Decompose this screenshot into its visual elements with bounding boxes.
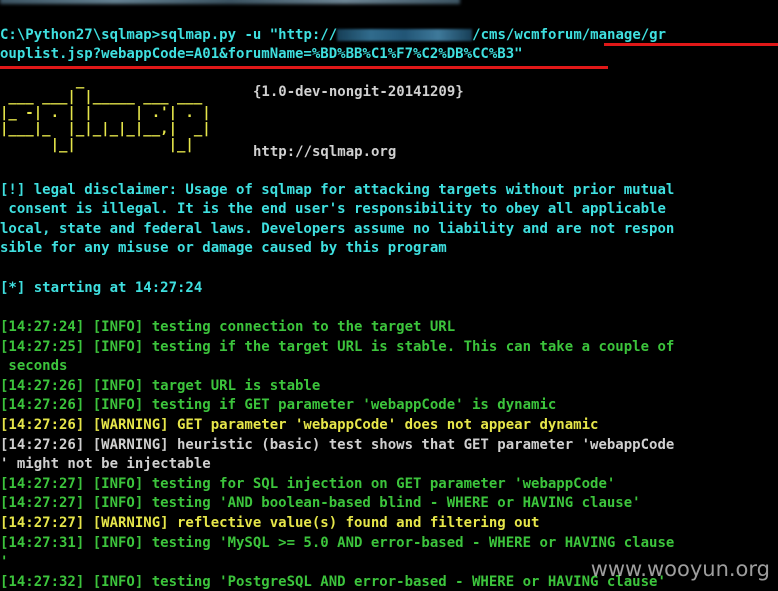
log-line: [14:27:26] [WARNING] GET parameter 'weba…: [0, 417, 599, 433]
log-line: [14:27:26] [INFO] testing if GET paramet…: [0, 397, 557, 413]
log-line: [14:27:27] [INFO] testing 'AND boolean-b…: [0, 495, 641, 511]
watermark: www.wooyun.org: [590, 557, 770, 581]
log-line: ' might not be injectable: [0, 456, 211, 472]
disclaimer-line: sible for any misuse or damage caused by…: [0, 240, 447, 256]
command-url-tail: /cms/wcmforum/manage/gr: [472, 27, 667, 43]
terminal-window[interactable]: C:\Python27\sqlmap>sqlmap.py -u "http://…: [0, 0, 778, 591]
redacted-host: [337, 29, 473, 41]
version-string: {1.0-dev-nongit-20141209}: [253, 84, 464, 100]
log-line: [14:27:25] [INFO] testing if the target …: [0, 339, 675, 355]
disclaimer-line: consent is illegal. It is the end user's…: [0, 201, 666, 217]
command-wrap-line: ouplist.jsp?webappCode=A01&forumName=%BD…: [0, 46, 523, 62]
disclaimer-line: local, state and federal laws. Developer…: [0, 221, 675, 237]
site-url: http://sqlmap.org: [253, 144, 397, 160]
log-line: [14:27:31] [INFO] testing 'MySQL >= 5.0 …: [0, 535, 675, 551]
log-line: [14:27:26] [INFO] target URL is stable: [0, 378, 321, 394]
starting-line: [*] starting at 14:27:24: [0, 280, 203, 296]
redacted-text: [0, 0, 460, 4]
command-text: sqlmap.py -u "http://: [160, 27, 338, 43]
sqlmap-ascii-logo: _ ___ ___| |_____ ___ ___ |_ -| . | | | …: [0, 72, 250, 162]
log-line: [14:27:26] [WARNING] heuristic (basic) t…: [0, 437, 675, 453]
log-line: seconds: [0, 358, 68, 374]
log-line: [14:27:27] [INFO] testing for SQL inject…: [0, 476, 616, 492]
logo-row: |_| |_|: [0, 137, 194, 153]
command-prompt: C:\Python27\sqlmap>: [0, 27, 161, 43]
obscured-top-line: [0, 0, 460, 10]
log-line: [14:27:27] [WARNING] reflective value(s)…: [0, 515, 540, 531]
command-line: C:\Python27\sqlmap>sqlmap.py -u "http://…: [0, 26, 666, 45]
disclaimer-line: [!] legal disclaimer: Usage of sqlmap fo…: [0, 182, 675, 198]
log-line: [14:27:24] [INFO] testing connection to …: [0, 319, 456, 335]
log-line: [14:27:32] [INFO] testing 'PostgreSQL AN…: [0, 574, 666, 590]
log-line: ': [0, 554, 9, 570]
red-underline-wrap: [0, 66, 608, 69]
red-underline-url: [604, 43, 778, 46]
